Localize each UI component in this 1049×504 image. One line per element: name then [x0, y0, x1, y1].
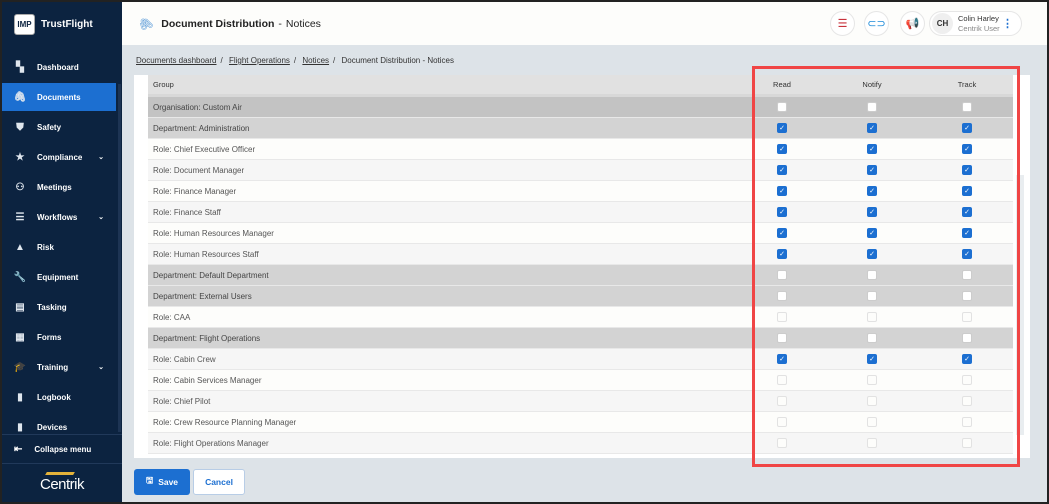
save-icon: 🖫 [145, 475, 154, 485]
sidebar-item-label: Logbook [37, 392, 71, 402]
group-name: Role: Human Resources Manager [153, 228, 274, 238]
megaphone-icon[interactable]: 📢 [900, 11, 925, 36]
dashboard-icon: ▚ [16, 61, 24, 73]
group-name: Role: Cabin Crew [153, 354, 216, 364]
collapse-label: Collapse menu [34, 444, 92, 454]
centrik-logo: Centrik [40, 476, 85, 493]
graduation-cap-icon: 🎓 [13, 361, 27, 373]
group-name: Role: Chief Executive Officer [153, 144, 256, 154]
breadcrumb: Documents dashboard / Flight Operations / … [136, 56, 454, 65]
breadcrumb-documents-dashboard[interactable]: Documents dashboard [136, 56, 217, 65]
sidebar-item-label: Compliance [37, 152, 83, 162]
save-label: Save [158, 477, 179, 487]
group-name: Role: Document Manager [153, 165, 245, 175]
collapse-icon: ⇤ [14, 443, 23, 455]
highlight-box [752, 66, 1020, 467]
user-menu[interactable]: CH Colin Harley Centrik User ⋮ [929, 11, 1022, 36]
sidebar-item-documents[interactable]: 🖇 Documents [2, 83, 116, 111]
user-name: Colin Harley [958, 13, 999, 23]
breadcrumb-notices[interactable]: Notices [302, 56, 329, 65]
group-name: Role: CAA [153, 312, 191, 322]
chevron-down-icon: ⌄ [98, 214, 104, 221]
group-name: Role: Crew Resource Planning Manager [153, 417, 297, 427]
sidebar-item-logbook[interactable]: ▮ Logbook [2, 383, 116, 411]
sidebar-item-tasking[interactable]: ▤ Tasking [2, 293, 116, 321]
chevron-down-icon: ⌄ [98, 154, 104, 161]
book-icon: ▮ [17, 391, 23, 403]
more-vert-icon[interactable]: ⋮ [1002, 17, 1013, 30]
workflow-icon: ☰ [15, 211, 25, 223]
group-name: Department: Flight Operations [153, 333, 261, 343]
shield-icon: ⛊ [16, 121, 24, 133]
forms-icon: ▦ [15, 331, 25, 343]
warning-icon: ▲ [15, 241, 25, 253]
imp-logo: IMP [14, 14, 35, 35]
group-name: Role: Flight Operations Manager [153, 438, 269, 448]
sidebar-item-forms[interactable]: ▦ Forms [2, 323, 116, 351]
database-icon[interactable]: ☰ [830, 11, 855, 36]
wrench-icon: 🔧 [13, 271, 27, 283]
link-icon[interactable]: ⊂⊃ [864, 11, 889, 36]
avatar: CH [932, 13, 953, 34]
paperclip-icon: 🖇 [13, 91, 27, 103]
group-name: Department: Default Department [153, 270, 269, 280]
sidebar-item-label: Tasking [37, 302, 67, 312]
sidebar-item-workflows[interactable]: ☰ Workflows ⌄ [2, 203, 116, 231]
sidebar-item-risk[interactable]: ▲ Risk [2, 233, 116, 261]
meetings-icon: ⚇ [15, 181, 25, 193]
chevron-down-icon: ⌄ [98, 364, 104, 371]
sidebar-item-compliance[interactable]: ★ Compliance ⌄ [2, 143, 116, 171]
breadcrumb-current: Document Distribution - Notices [341, 56, 454, 65]
brand[interactable]: IMP TrustFlight [14, 14, 93, 35]
group-name: Department: External Users [153, 291, 252, 301]
sidebar-item-label: Safety [37, 122, 62, 132]
cancel-button[interactable]: Cancel [193, 469, 245, 495]
sidebar-item-label: Equipment [37, 272, 79, 282]
save-button[interactable]: 🖫 Save [134, 469, 190, 495]
user-role: Centrik User [958, 23, 1000, 33]
app-window: IMP TrustFlight ▚ Dashboard 🖇 Documents ⛊ Saf… [2, 2, 1047, 502]
sidebar-item-label: Meetings [37, 182, 72, 192]
sidebar-item-dashboard[interactable]: ▚ Dashboard [2, 53, 116, 81]
sidebar-item-label: Workflows [37, 212, 78, 222]
sidebar-scrollbar[interactable] [118, 84, 121, 432]
breadcrumb-flight-operations[interactable]: Flight Operations [229, 56, 290, 65]
sidebar-item-training[interactable]: 🎓 Training ⌄ [2, 353, 116, 381]
title-text: Document Distribution [161, 17, 275, 30]
top-header: 🖇 Document Distribution - Notices ☰ ⊂⊃ 📢… [122, 2, 1047, 45]
group-name: Role: Finance Staff [153, 207, 221, 217]
sidebar-item-label: Training [37, 362, 69, 372]
subtitle-text: Notices [285, 17, 321, 30]
sidebar-item-label: Dashboard [37, 62, 79, 72]
sidebar-item-label: Documents [37, 92, 81, 102]
sidebar-item-label: Risk [37, 242, 54, 252]
sidebar-item-safety[interactable]: ⛊ Safety [2, 113, 116, 141]
group-name: Role: Cabin Services Manager [153, 375, 262, 385]
badge-icon: ★ [15, 151, 25, 163]
sidebar-item-equipment[interactable]: 🔧 Equipment [2, 263, 116, 291]
header-group: Group [153, 80, 174, 89]
sidebar-item-label: Forms [37, 332, 62, 342]
brand-name: TrustFlight [41, 19, 93, 30]
sidebar-item-label: Devices [37, 422, 68, 432]
group-name: Department: Administration [153, 123, 250, 133]
tasks-icon: ▤ [15, 301, 25, 313]
sidebar: IMP TrustFlight ▚ Dashboard 🖇 Documents ⛊ Saf… [2, 2, 122, 502]
page-title: 🖇 Document Distribution - Notices [135, 13, 321, 34]
group-name: Organisation: Custom Air [153, 102, 242, 112]
group-name: Role: Chief Pilot [153, 396, 211, 406]
sidebar-item-meetings[interactable]: ⚇ Meetings [2, 173, 116, 201]
collapse-menu-button[interactable]: ⇤ Collapse menu [2, 434, 122, 464]
devices-icon: ▮ [17, 421, 23, 433]
group-name: Role: Human Resources Staff [153, 249, 259, 259]
group-name: Role: Finance Manager [153, 186, 237, 196]
paperclip-icon: 🖇 [135, 13, 156, 34]
